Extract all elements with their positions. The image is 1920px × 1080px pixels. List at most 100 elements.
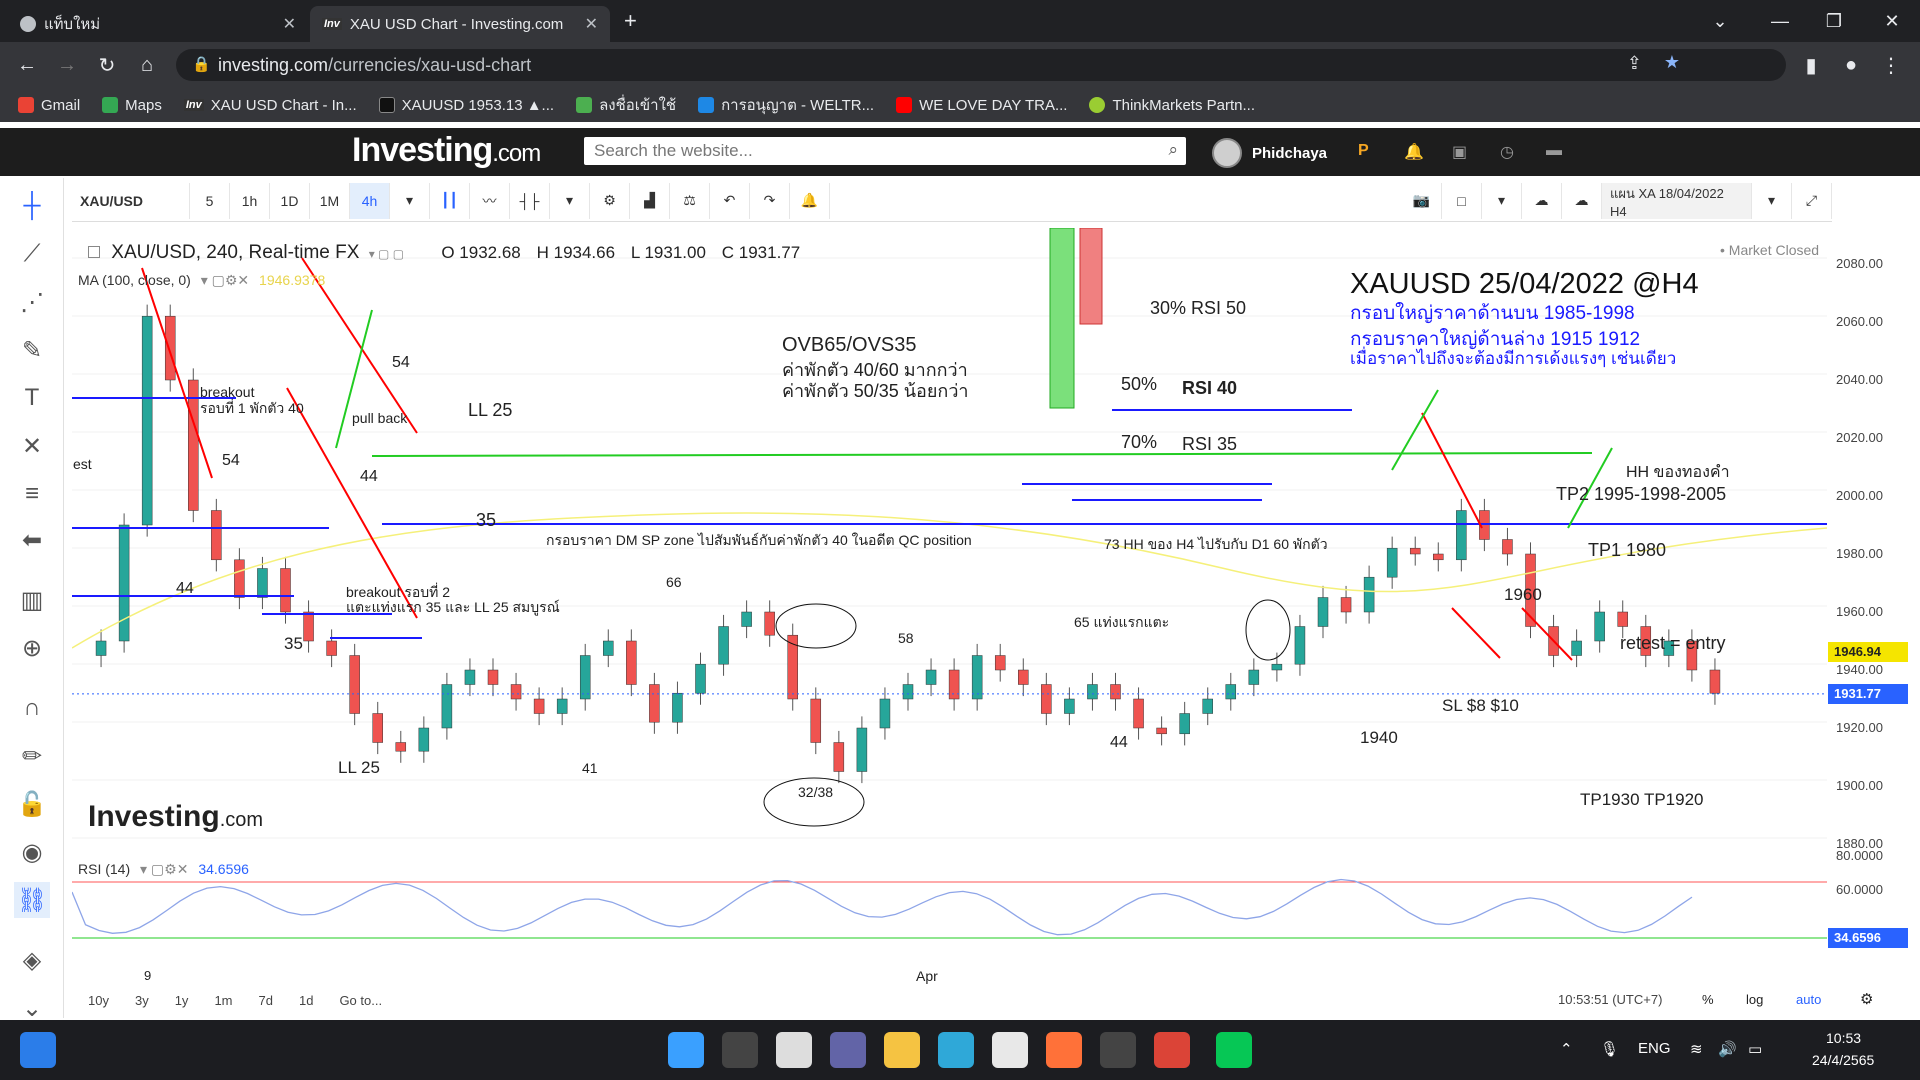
layout-name[interactable]: แผน XA 18/04/2022 H4 bbox=[1602, 182, 1752, 219]
timezone-clock[interactable]: 10:53:51 (UTC+7) bbox=[1558, 992, 1662, 1007]
goto-date[interactable]: Go to... bbox=[339, 993, 382, 1008]
compare-icon[interactable]: ⚖ bbox=[670, 182, 710, 219]
zoom-icon[interactable]: ⊕ bbox=[14, 630, 50, 666]
site-logo[interactable]: Investing.com bbox=[352, 131, 541, 170]
trendline-icon[interactable]: ⟋ bbox=[14, 236, 50, 272]
auto-toggle[interactable]: auto bbox=[1796, 992, 1821, 1007]
new-tab-button[interactable]: + bbox=[624, 8, 637, 34]
share-icon[interactable]: ⇪ bbox=[1627, 53, 1642, 74]
fib-retracement-icon[interactable]: ≡ bbox=[14, 476, 50, 512]
bookmark-xau-chart[interactable]: Inv XAU USD Chart - In... bbox=[183, 97, 357, 114]
clock-time[interactable]: 10:53 bbox=[1826, 1030, 1861, 1046]
start-icon[interactable] bbox=[668, 1032, 704, 1068]
store-icon[interactable] bbox=[992, 1032, 1028, 1068]
interval-1m[interactable]: 1M bbox=[310, 182, 350, 219]
cloud-save-icon[interactable]: ☁ bbox=[1562, 182, 1602, 219]
range-1y[interactable]: 1y bbox=[175, 993, 189, 1008]
layout-dropdown-icon[interactable]: ▾ bbox=[1482, 182, 1522, 219]
bookmark-youtube[interactable]: WE LOVE DAY TRA... bbox=[896, 97, 1067, 114]
link-icon[interactable]: ⛓ bbox=[14, 882, 50, 918]
fullscreen-square-icon[interactable]: □ bbox=[1442, 182, 1482, 219]
crosshair-icon[interactable]: ┼ bbox=[14, 188, 50, 224]
measure-icon[interactable]: ▥ bbox=[14, 582, 50, 618]
search-icon[interactable]: ⌕ bbox=[1168, 140, 1178, 160]
teams-icon[interactable] bbox=[830, 1032, 866, 1068]
range-1d[interactable]: 1d bbox=[299, 993, 313, 1008]
eye-icon[interactable]: ◉ bbox=[14, 834, 50, 870]
us-flag-icon[interactable]: ▬ bbox=[1546, 142, 1566, 162]
stay-drawing-icon[interactable]: ✏ bbox=[14, 738, 50, 774]
home-icon[interactable]: ⌂ bbox=[132, 50, 162, 80]
side-panel-icon[interactable]: ▮ bbox=[1796, 50, 1826, 80]
tab-xau-chart[interactable]: Inv XAU USD Chart - Investing.com ✕ bbox=[310, 6, 610, 42]
tray-chevron-icon[interactable]: ⌃ bbox=[1560, 1040, 1573, 1058]
percent-toggle[interactable]: % bbox=[1702, 992, 1714, 1007]
brush-icon[interactable]: ✎ bbox=[14, 332, 50, 368]
layout-name-dropdown-icon[interactable]: ▾ bbox=[1752, 182, 1792, 219]
chart-type-dropdown-icon[interactable]: ▾ bbox=[550, 182, 590, 219]
reload-icon[interactable]: ↻ bbox=[92, 50, 122, 80]
site-search-input[interactable]: Search the website... ⌕ bbox=[584, 137, 1186, 165]
rsi-pane[interactable] bbox=[72, 852, 1827, 952]
interval-4h[interactable]: 4h bbox=[350, 182, 390, 219]
ma-settings-icon[interactable]: ▾ ▢⚙✕ bbox=[201, 272, 249, 288]
microphone-icon[interactable]: 🎙 bbox=[1600, 1040, 1619, 1058]
range-1m[interactable]: 1m bbox=[214, 993, 232, 1008]
bookmark-login[interactable]: ลงชื่อเข้าใช้ bbox=[576, 93, 676, 117]
interval-5[interactable]: 5 bbox=[190, 182, 230, 219]
file-explorer-icon[interactable] bbox=[884, 1032, 920, 1068]
undo-icon[interactable]: ↶ bbox=[710, 182, 750, 219]
text-tool-icon[interactable]: T bbox=[14, 380, 50, 416]
lock-drawings-icon[interactable]: 🔓 bbox=[14, 786, 50, 822]
rsi-settings-icon[interactable]: ▾ ▢⚙✕ bbox=[140, 861, 188, 877]
axis-settings-icon[interactable]: ⚙ bbox=[1860, 990, 1873, 1008]
search-taskbar-icon[interactable] bbox=[722, 1032, 758, 1068]
back-icon[interactable]: ← bbox=[12, 50, 42, 80]
chart-title-dropdown-icon[interactable]: ▾ ▢ ▢ bbox=[369, 247, 404, 261]
task-view-icon[interactable] bbox=[776, 1032, 812, 1068]
window-close-icon[interactable]: ✕ bbox=[1862, 0, 1920, 42]
bookmark-gmail[interactable]: Gmail bbox=[18, 97, 80, 114]
close-icon[interactable]: ✕ bbox=[283, 14, 296, 34]
forward-icon[interactable]: → bbox=[52, 50, 82, 80]
line-icon[interactable] bbox=[1216, 1032, 1252, 1068]
clock-date[interactable]: 24/4/2565 bbox=[1812, 1052, 1874, 1068]
collapse-legend-icon[interactable] bbox=[88, 246, 100, 258]
obs-icon[interactable] bbox=[1100, 1032, 1136, 1068]
menu-icon[interactable]: ⋮ bbox=[1876, 50, 1906, 80]
redo-icon[interactable]: ↷ bbox=[750, 182, 790, 219]
camera-icon[interactable]: 📷 bbox=[1402, 182, 1442, 219]
wifi-icon[interactable]: ≋ bbox=[1690, 1040, 1703, 1058]
range-3y[interactable]: 3y bbox=[135, 993, 149, 1008]
symbol-input[interactable]: XAU/USD bbox=[72, 182, 190, 219]
user-menu[interactable]: Phidchaya bbox=[1212, 138, 1327, 168]
log-toggle[interactable]: log bbox=[1746, 992, 1763, 1007]
edge-icon[interactable] bbox=[938, 1032, 974, 1068]
minimize-icon[interactable]: — bbox=[1750, 0, 1810, 42]
clock-icon[interactable]: ◷ bbox=[1500, 142, 1520, 162]
range-10y[interactable]: 10y bbox=[88, 993, 109, 1008]
firefox-icon[interactable] bbox=[1046, 1032, 1082, 1068]
close-icon[interactable]: ✕ bbox=[585, 14, 598, 34]
candles-icon[interactable]: ┃┃ bbox=[430, 182, 470, 219]
alert-icon[interactable]: 🔔 bbox=[790, 182, 830, 219]
line-chart-icon[interactable]: 〰 bbox=[470, 182, 510, 219]
fib-tool-icon[interactable]: ⋰ bbox=[14, 284, 50, 320]
profile-icon[interactable]: ● bbox=[1836, 50, 1866, 80]
price-axis[interactable]: 2080.00 2060.00 2040.00 2020.00 2000.00 … bbox=[1828, 228, 1920, 958]
address-bar[interactable]: 🔒 investing.com/currencies/xau-usd-chart… bbox=[176, 49, 1786, 81]
bookmark-thinkmarkets[interactable]: ThinkMarkets Partn... bbox=[1089, 97, 1255, 114]
interval-1h[interactable]: 1h bbox=[230, 182, 270, 219]
bookmark-xauusd[interactable]: XAUUSD 1953.13 ▲... bbox=[378, 97, 554, 114]
arrow-left-icon[interactable]: ⬅ bbox=[14, 522, 50, 558]
expand-icon[interactable]: ⤢ bbox=[1792, 182, 1832, 219]
restore-icon[interactable]: ❐ bbox=[1804, 0, 1864, 42]
widgets-icon[interactable] bbox=[20, 1032, 56, 1068]
notification-bell-icon[interactable]: 🔔 bbox=[1404, 142, 1424, 162]
bars-icon[interactable]: ┤├ bbox=[510, 182, 550, 219]
pattern-tool-icon[interactable]: ✕ bbox=[14, 428, 50, 464]
volume-icon[interactable]: 🔊 bbox=[1718, 1040, 1737, 1058]
layers-icon[interactable]: ◈ bbox=[14, 942, 50, 978]
range-7d[interactable]: 7d bbox=[259, 993, 273, 1008]
battery-icon[interactable]: ▭ bbox=[1748, 1040, 1762, 1058]
